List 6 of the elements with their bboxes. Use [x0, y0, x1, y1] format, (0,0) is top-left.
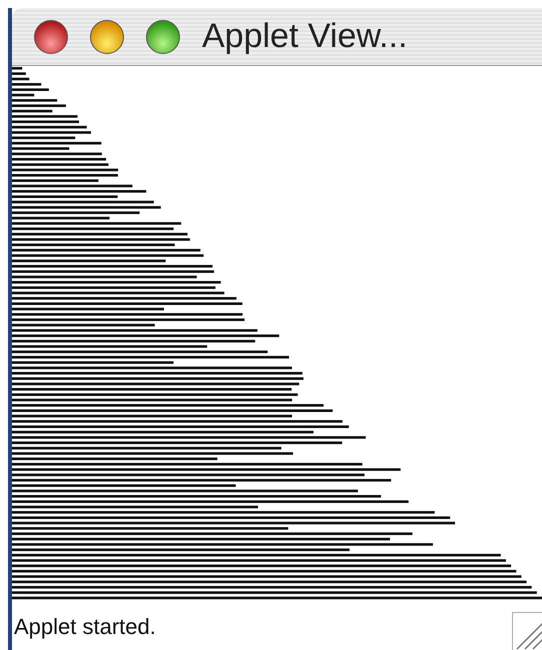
minimize-button[interactable]: [90, 20, 124, 54]
status-text: Applet started.: [13, 612, 156, 641]
zoom-button[interactable]: [146, 20, 180, 54]
close-button[interactable]: [34, 20, 68, 54]
window-title: Applet View...: [202, 16, 408, 57]
resize-grip-icon[interactable]: [512, 612, 542, 650]
